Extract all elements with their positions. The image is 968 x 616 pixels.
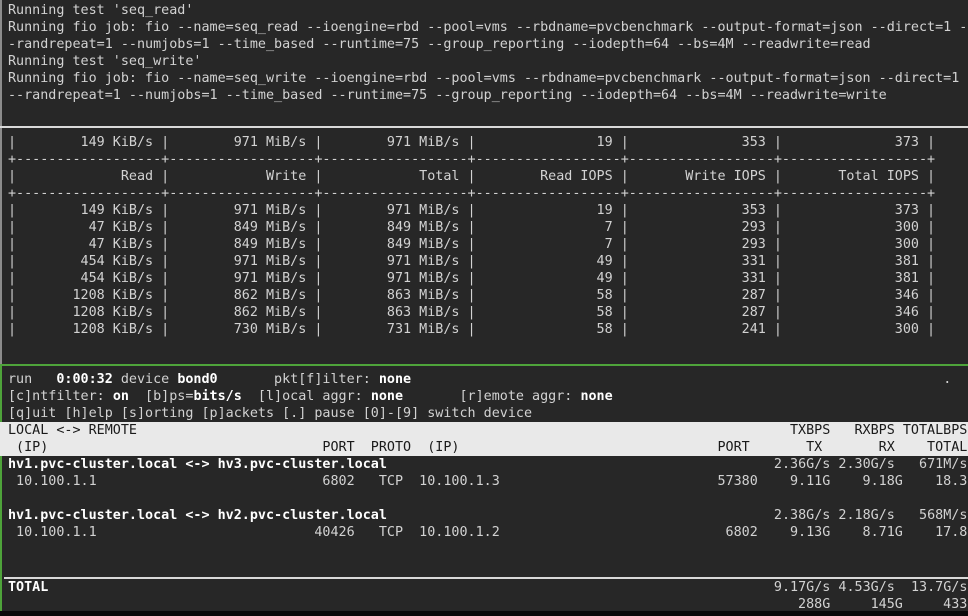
fio-line: Running test 'seq_write' xyxy=(8,53,968,70)
net-header-bar-row1: LOCAL <-> REMOTE TXBPS RXBPS TOTALBPS xyxy=(0,422,968,439)
fio-line: -randrepeat=1 --numjobs=1 --time_based -… xyxy=(8,36,968,53)
table-data-row: | 149 KiB/s | 971 MiB/s | 971 MiB/s | 19… xyxy=(8,202,968,219)
table-data-row: | 47 KiB/s | 849 MiB/s | 849 MiB/s | 7 |… xyxy=(8,236,968,253)
jnettop-section: run 0:00:32 device bond0 pkt[f]ilter: no… xyxy=(0,371,968,558)
net-connection-hosts-line: hv1.pvc-cluster.local <-> hv2.pvc-cluste… xyxy=(8,507,968,524)
table-data-row: | 1208 KiB/s | 862 MiB/s | 863 MiB/s | 5… xyxy=(8,287,968,304)
pane-separator-top xyxy=(0,126,968,128)
jnettop-total-section: TOTAL 9.17G/s 4.53G/s 13.7G/s xyxy=(0,579,968,613)
bottom-strip xyxy=(0,611,968,616)
net-filter-line: [c]ntfilter: on [b]ps=bits/s [l]ocal agg… xyxy=(8,388,968,405)
table-header-row: | Read | Write | Total | Read IOPS | Wri… xyxy=(8,168,968,185)
net-connection-detail-line: 10.100.1.1 6802 TCP 10.100.1.3 57380 9.1… xyxy=(8,473,968,490)
table-data-row: | 454 KiB/s | 971 MiB/s | 971 MiB/s | 49… xyxy=(8,270,968,287)
fio-line: Running test 'seq_read' xyxy=(8,2,968,19)
table-unit-row: | 149 KiB/s | 971 MiB/s | 971 MiB/s | 19… xyxy=(8,134,968,151)
table-data-row: | 1208 KiB/s | 862 MiB/s | 863 MiB/s | 5… xyxy=(8,304,968,321)
table-data-row: | 1208 KiB/s | 730 MiB/s | 731 MiB/s | 5… xyxy=(8,321,968,338)
fio-line: Running fio job: fio --name=seq_read --i… xyxy=(8,19,968,36)
benchmark-table-section: | 149 KiB/s | 971 MiB/s | 971 MiB/s | 19… xyxy=(0,134,968,338)
pane-separator-green xyxy=(0,364,968,366)
net-header-bar-row2: (IP) PORT PROTO (IP) PORT TX RX TOTAL xyxy=(0,439,968,456)
net-total-line: TOTAL 9.17G/s 4.53G/s 13.7G/s xyxy=(8,579,968,596)
net-help-line: [q]uit [h]elp [s]orting [p]ackets [.] pa… xyxy=(8,405,968,422)
net-blank-line xyxy=(8,490,968,507)
table-data-row: | 454 KiB/s | 971 MiB/s | 971 MiB/s | 49… xyxy=(8,253,968,270)
net-connection-hosts-line: hv1.pvc-cluster.local <-> hv3.pvc-cluste… xyxy=(8,456,968,473)
terminal[interactable]: Running test 'seq_read'Running fio job: … xyxy=(0,0,968,616)
fio-line: Running fio job: fio --name=seq_write --… xyxy=(8,70,968,87)
table-separator: +------------------+------------------+-… xyxy=(8,151,968,168)
fio-output-section: Running test 'seq_read'Running fio job: … xyxy=(0,2,968,104)
net-connection-detail-line: 10.100.1.1 40426 TCP 10.100.1.2 6802 9.1… xyxy=(8,524,968,541)
table-data-row: | 47 KiB/s | 849 MiB/s | 849 MiB/s | 7 |… xyxy=(8,219,968,236)
fio-line: --randrepeat=1 --numjobs=1 --time_based … xyxy=(8,87,968,104)
net-status-line: run 0:00:32 device bond0 pkt[f]ilter: no… xyxy=(8,371,968,388)
table-separator: +------------------+------------------+-… xyxy=(8,185,968,202)
net-blank-line xyxy=(8,541,968,558)
